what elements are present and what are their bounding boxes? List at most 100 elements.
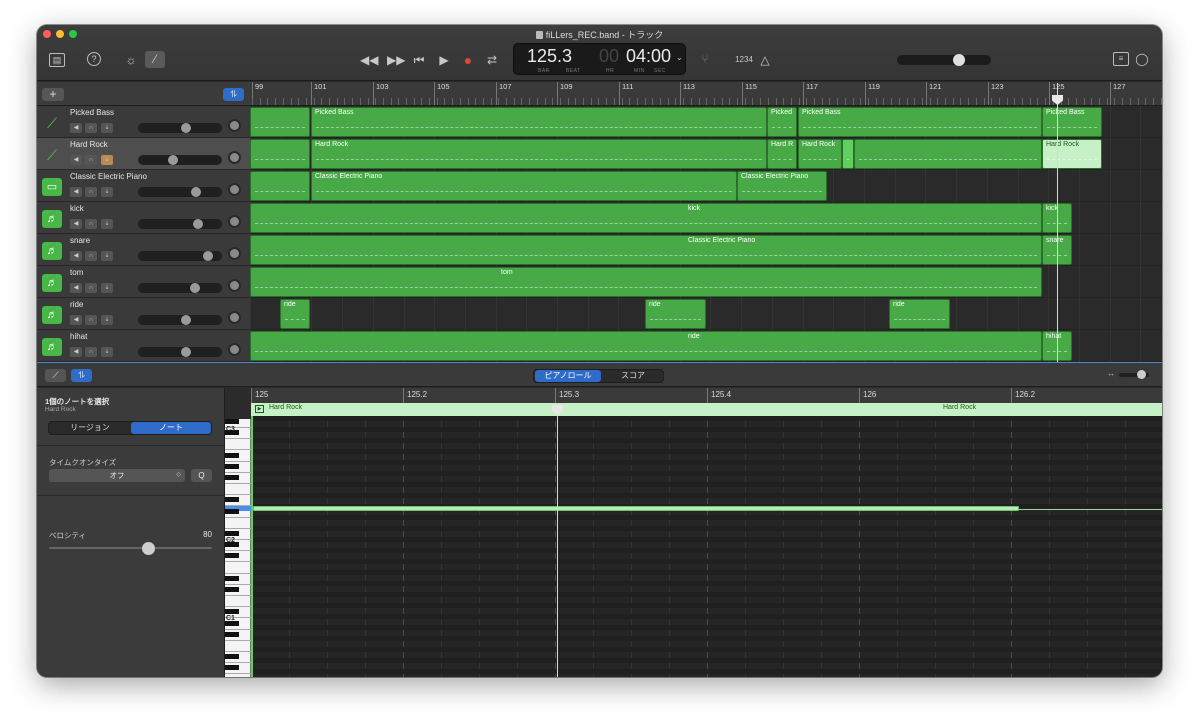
master-volume-slider[interactable]	[897, 54, 991, 66]
region[interactable]: ride	[889, 299, 950, 329]
velocity-knob[interactable]	[142, 542, 155, 555]
catch-playhead-button[interactable]: ⥮	[223, 88, 244, 101]
record-enable-icon[interactable]: ⇣	[101, 219, 113, 229]
editor-ruler[interactable]: 125 125.2 125.3 125.4 126 126.2	[251, 388, 1162, 403]
track-lanes[interactable]: Picked Bass Picked Picked Bass Picked Bass H…	[250, 106, 1162, 362]
add-track-button[interactable]: +	[42, 88, 64, 101]
pencil-icon[interactable]: ⁄	[145, 51, 165, 68]
black-key[interactable]	[225, 531, 239, 536]
track-lane[interactable]: Hard Rock Hard R Hard Rock Hard Rock	[250, 138, 1162, 170]
track-lane[interactable]: ride ride ride	[250, 298, 1162, 330]
solo-headphones-icon[interactable]: ∩	[85, 155, 97, 165]
region[interactable]	[250, 139, 310, 169]
pan-knob[interactable]	[228, 343, 241, 356]
region[interactable]: Hard R	[767, 139, 797, 169]
black-key[interactable]	[225, 665, 239, 671]
black-key[interactable]	[225, 654, 239, 660]
tab-piano-roll[interactable]: ピアノロール	[535, 370, 601, 382]
notepad-icon[interactable]: ≡	[1113, 52, 1129, 66]
black-key[interactable]	[225, 475, 239, 480]
rewind-icon[interactable]: ◀◀	[360, 52, 378, 68]
record-enable-icon[interactable]: ⇣	[101, 347, 113, 357]
track-lane[interactable]: ride hihat	[250, 330, 1162, 362]
pan-knob[interactable]	[228, 183, 241, 196]
track-lane[interactable]: Classic Electric Piano snare	[250, 234, 1162, 266]
track-header[interactable]: ♬ snare ◀ ∩ ⇣	[37, 234, 250, 266]
track-volume-slider[interactable]	[138, 251, 222, 261]
record-enable-icon[interactable]: ⇣	[101, 123, 113, 133]
track-header[interactable]: ⟋ Hard Rock ◀ ∩ ⇣	[37, 138, 250, 170]
mute-icon[interactable]: ◀	[70, 283, 82, 293]
track-header[interactable]: ♬ kick ◀ ∩ ⇣	[37, 202, 250, 234]
region[interactable]	[250, 107, 310, 137]
solo-headphones-icon[interactable]: ∩	[85, 347, 97, 357]
play-icon[interactable]: ▶	[436, 52, 452, 68]
segment-note[interactable]: ノート	[131, 422, 211, 434]
loops-icon[interactable]: ◯	[1134, 51, 1150, 67]
catch-icon[interactable]: ⥮	[71, 369, 92, 382]
track-lane[interactable]: kick kick	[250, 202, 1162, 234]
mute-icon[interactable]: ◀	[70, 315, 82, 325]
cycle-icon[interactable]: ⇄	[484, 52, 500, 68]
smart-controls-icon[interactable]: ☼	[123, 52, 139, 68]
track-volume-slider[interactable]	[138, 123, 222, 133]
region[interactable]: ride	[645, 299, 706, 329]
black-key[interactable]	[225, 609, 239, 615]
help-icon[interactable]: ?	[87, 52, 101, 66]
region[interactable]: Picked	[767, 107, 797, 137]
track-header[interactable]: ♬ ride ◀ ∩ ⇣	[37, 298, 250, 330]
record-enable-icon[interactable]: ⇣	[101, 155, 113, 165]
track-volume-slider[interactable]	[138, 155, 222, 165]
pan-knob[interactable]	[228, 119, 241, 132]
region[interactable]: Classic Electric Piano	[250, 235, 1042, 265]
track-volume-slider[interactable]	[138, 283, 222, 293]
region[interactable]: Classic Electric Piano	[737, 171, 827, 201]
solo-headphones-icon[interactable]: ∩	[85, 283, 97, 293]
pan-knob[interactable]	[228, 151, 241, 164]
record-enable-icon[interactable]: ⇣	[101, 315, 113, 325]
track-header[interactable]: ▭ Classic Electric Piano ◀ ∩ ⇣	[37, 170, 250, 202]
region[interactable]: Picked Bass	[1042, 107, 1102, 137]
quantize-popup[interactable]: オフ ◇	[49, 469, 185, 482]
mute-icon[interactable]: ◀	[70, 187, 82, 197]
black-key[interactable]	[225, 497, 239, 503]
region[interactable]: Classic Electric Piano	[311, 171, 737, 201]
track-header[interactable]: ♬ hihat ◀ ∩ ⇣	[37, 330, 250, 362]
timeline-ruler[interactable]: 99 101 103 105 107 109 111 113 115 117 119 121 123 12…	[250, 82, 1162, 106]
track-volume-slider[interactable]	[138, 315, 222, 325]
region[interactable]: Hard Rock	[1042, 139, 1102, 169]
region[interactable]: Picked Bass	[311, 107, 767, 137]
record-icon[interactable]: ●	[460, 52, 476, 68]
mute-icon[interactable]: ◀	[70, 123, 82, 133]
black-key[interactable]	[225, 631, 239, 637]
go-to-beginning-icon[interactable]: ⏮	[411, 52, 427, 68]
pan-knob[interactable]	[228, 215, 241, 228]
track-lane[interactable]: Classic Electric Piano Classic Electric P…	[250, 170, 1162, 202]
track-volume-knob[interactable]	[190, 283, 200, 293]
mute-icon[interactable]: ◀	[70, 219, 82, 229]
record-enable-icon[interactable]: ⇣	[101, 251, 113, 261]
solo-headphones-icon[interactable]: ∩	[85, 315, 97, 325]
black-key[interactable]	[225, 452, 239, 458]
track-volume-slider[interactable]	[138, 187, 222, 197]
piano-keyboard[interactable]: C3 C2 C1	[225, 419, 251, 677]
record-enable-icon[interactable]: ⇣	[101, 283, 113, 293]
black-key[interactable]	[225, 575, 239, 581]
solo-headphones-icon[interactable]: ∩	[85, 123, 97, 133]
pan-knob[interactable]	[228, 279, 241, 292]
black-key[interactable]	[225, 553, 239, 559]
editor-region-bar[interactable]: ▶ Hard Rock Hard Rock	[251, 403, 1162, 416]
region[interactable]: ride	[280, 299, 310, 329]
editor-playhead[interactable]	[557, 403, 558, 677]
region[interactable]	[842, 139, 854, 169]
pencil-tool-icon[interactable]: ⟋	[45, 369, 66, 382]
master-volume-knob[interactable]	[953, 54, 965, 66]
solo-headphones-icon[interactable]: ∩	[85, 187, 97, 197]
track-volume-knob[interactable]	[181, 123, 191, 133]
region[interactable]	[250, 171, 310, 201]
tuner-icon[interactable]: ⑂	[697, 51, 713, 69]
quantize-button[interactable]: Q	[191, 469, 212, 482]
mute-icon[interactable]: ◀	[70, 155, 82, 165]
solo-headphones-icon[interactable]: ∩	[85, 251, 97, 261]
count-in-button[interactable]: 1234	[733, 53, 755, 67]
